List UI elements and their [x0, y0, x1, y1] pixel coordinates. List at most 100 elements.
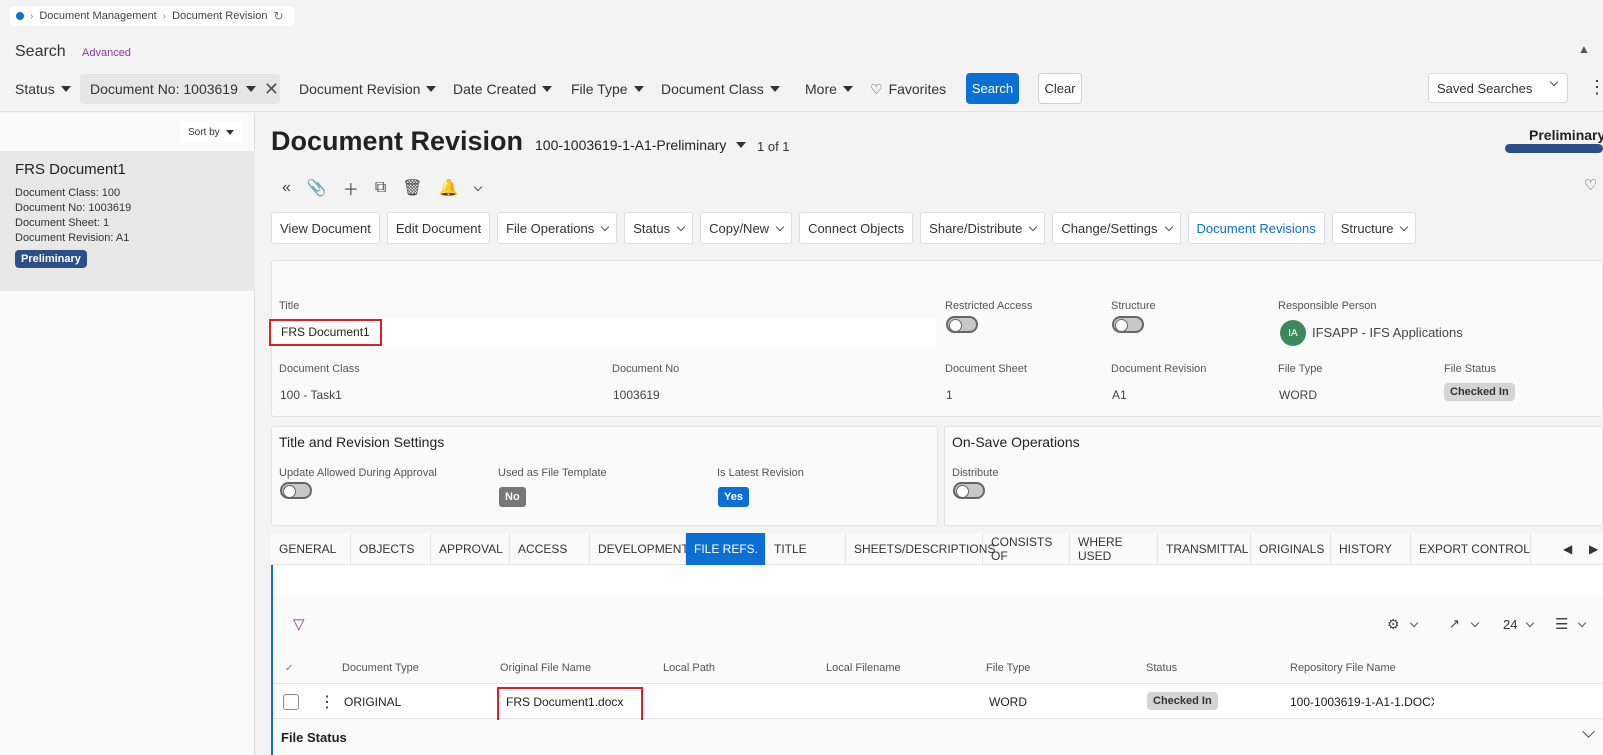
delete-icon[interactable]: 🗑 — [402, 178, 422, 198]
add-icon[interactable]: ＋ — [343, 176, 359, 200]
latest-revision-badge: Yes — [718, 487, 749, 507]
breadcrumb-item[interactable]: Document Revision — [172, 10, 267, 22]
attachment-icon[interactable]: 📎 — [307, 178, 327, 198]
page-size-value[interactable]: 24 — [1503, 617, 1517, 632]
file-operations-menu[interactable]: File Operations — [497, 212, 618, 244]
document-no-value: 1003619 — [613, 388, 660, 402]
filter-document-class[interactable]: Document Class — [661, 78, 780, 100]
row-checkbox[interactable] — [283, 694, 299, 710]
filter-document-revision[interactable]: Document Revision — [299, 78, 437, 100]
button-label: Share/Distribute — [929, 220, 1023, 236]
responsible-person-value[interactable]: IFSAPP - IFS Applications — [1312, 325, 1463, 340]
column-header[interactable]: Repository File Name — [1290, 662, 1396, 674]
action-bar: View Document Edit Document File Operati… — [271, 212, 1417, 244]
sort-by-label: Sort by — [188, 126, 220, 138]
update-allowed-toggle[interactable] — [280, 482, 312, 499]
chevron-down-icon[interactable] — [1409, 618, 1419, 628]
tab-approval[interactable]: APPROVAL — [431, 533, 510, 565]
tab-access[interactable]: ACCESS — [510, 533, 590, 565]
record-selector[interactable]: 100-1003619-1-A1-Preliminary — [535, 137, 747, 153]
column-header[interactable]: Status — [1146, 662, 1177, 674]
tab-where-used[interactable]: WHERE USED — [1070, 533, 1158, 565]
tab-transmittal[interactable]: TRANSMITTAL — [1158, 533, 1251, 565]
caret-down-icon — [842, 86, 853, 92]
refresh-icon[interactable]: ↻ — [273, 9, 283, 23]
share-distribute-menu[interactable]: Share/Distribute — [920, 212, 1046, 244]
sort-by-button[interactable]: Sort by — [180, 121, 242, 143]
change-settings-menu[interactable]: Change/Settings — [1052, 212, 1181, 244]
tab-general[interactable]: GENERAL — [271, 533, 351, 565]
distribute-toggle[interactable] — [953, 482, 985, 499]
tab-export-control[interactable]: EXPORT CONTROL — [1411, 533, 1531, 565]
breadcrumb: › Document Management › Document Revisio… — [10, 6, 294, 26]
bell-icon[interactable]: 🔔 — [439, 178, 459, 198]
chevron-down-icon[interactable] — [1577, 618, 1587, 628]
copy-new-menu[interactable]: Copy/New — [700, 212, 793, 244]
command-icons: « 📎 ＋ ⧉ 🗑 🔔 — [282, 176, 482, 200]
chevron-down-icon[interactable] — [1470, 618, 1480, 628]
close-icon[interactable]: ✕ — [264, 79, 279, 100]
filter-status[interactable]: Status — [15, 78, 71, 100]
structure-toggle[interactable] — [1112, 316, 1144, 333]
filter-label: Document Revision — [299, 81, 421, 97]
chevron-down-icon[interactable] — [473, 182, 482, 191]
connect-objects-button[interactable]: Connect Objects — [799, 212, 914, 244]
chevron-down-icon — [1029, 222, 1038, 231]
duplicate-icon[interactable]: ⧉ — [375, 179, 386, 197]
chevron-down-icon — [1400, 222, 1409, 231]
file-status-section[interactable]: File Status — [273, 720, 1603, 755]
filter-chip-document-no[interactable]: Document No: 1003619 ✕ — [80, 74, 280, 104]
column-header[interactable]: Local Filename — [826, 662, 901, 674]
filter-file-type[interactable]: File Type — [571, 78, 644, 100]
button-label: Edit Document — [395, 220, 482, 236]
gear-icon[interactable]: ⚙ — [1387, 616, 1400, 633]
document-revisions-button[interactable]: Document Revisions — [1187, 212, 1325, 244]
caret-down-icon — [60, 86, 71, 92]
breadcrumb-item[interactable]: Document Management — [39, 10, 156, 22]
document-no-label: Document No — [612, 363, 680, 375]
column-header[interactable]: Original File Name — [500, 662, 591, 674]
filter-label: Status — [15, 81, 55, 97]
scroll-right-icon[interactable]: ▶ — [1589, 542, 1598, 556]
tab-objects[interactable]: OBJECTS — [351, 533, 431, 565]
tab-title[interactable]: TITLE — [766, 533, 846, 565]
view-document-button[interactable]: View Document — [271, 212, 380, 244]
pin-icon[interactable]: ▲ — [1578, 42, 1590, 56]
status-menu[interactable]: Status — [624, 212, 694, 244]
column-header[interactable]: File Type — [986, 662, 1030, 674]
home-icon[interactable] — [16, 12, 24, 20]
chevron-down-icon[interactable] — [1525, 618, 1535, 628]
row-menu-icon[interactable]: ⋮ — [319, 692, 335, 712]
filter-icon[interactable]: ▽ — [293, 615, 305, 633]
filter-more[interactable]: More — [805, 78, 853, 100]
tab-consists-of[interactable]: CONSISTS OF — [983, 533, 1070, 565]
list-view-icon[interactable]: ☰ — [1555, 615, 1568, 633]
edit-document-button[interactable]: Edit Document — [386, 212, 491, 244]
restricted-access-toggle[interactable] — [946, 316, 978, 333]
tab-development[interactable]: DEVELOPMENT — [590, 533, 689, 565]
filter-date-created[interactable]: Date Created — [453, 78, 553, 100]
collapse-left-icon[interactable]: « — [282, 179, 291, 197]
tab-file-refs[interactable]: FILE REFS. — [686, 533, 766, 565]
saved-searches-select[interactable]: Saved Searches — [1428, 73, 1568, 103]
favorite-heart-icon[interactable]: ♡ — [1584, 176, 1597, 194]
advanced-link[interactable]: Advanced — [82, 47, 131, 59]
caret-down-icon[interactable] — [245, 86, 256, 92]
tab-sheets-descriptions[interactable]: SHEETS/DESCRIPTIONS — [846, 533, 995, 565]
export-icon[interactable]: ↗ — [1449, 616, 1460, 632]
chevron-down-icon[interactable] — [1582, 725, 1595, 738]
more-options-icon[interactable]: ⋮ — [1588, 78, 1603, 96]
scroll-left-icon[interactable]: ◀ — [1563, 542, 1572, 556]
favorites-button[interactable]: ♡ Favorites — [870, 78, 946, 100]
table-row[interactable]: ⋮ ORIGINAL FRS Document1.docx WORD Check… — [273, 683, 1603, 719]
column-header[interactable]: Local Path — [663, 662, 715, 674]
tab-history[interactable]: HISTORY — [1331, 533, 1411, 565]
select-all-icon[interactable]: ✓ — [285, 663, 293, 674]
structure-menu[interactable]: Structure — [1331, 212, 1417, 244]
search-button[interactable]: Search — [966, 73, 1019, 104]
record-card[interactable]: FRS Document1 Document Class: 100 Docume… — [0, 151, 255, 291]
column-header[interactable]: Document Type — [342, 662, 419, 674]
clear-button[interactable]: Clear — [1038, 73, 1082, 104]
tab-originals[interactable]: ORIGINALS — [1251, 533, 1331, 565]
filter-label: File Type — [571, 81, 628, 97]
